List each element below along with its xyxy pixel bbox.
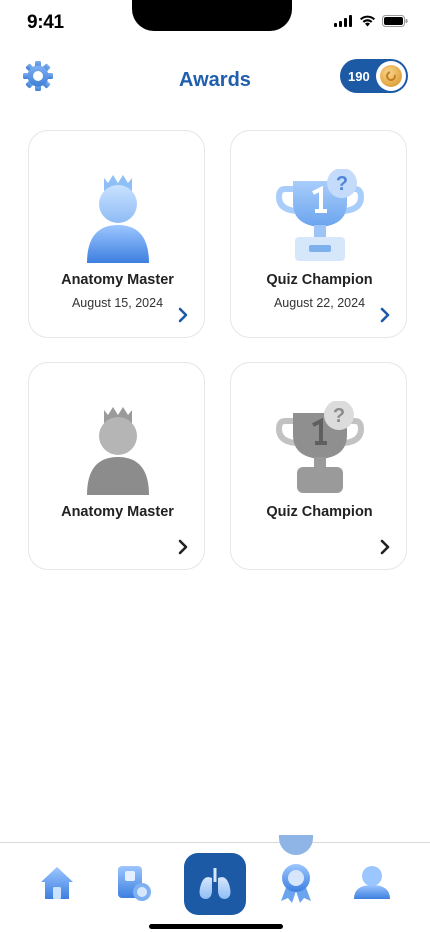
battery-icon [382, 15, 408, 27]
study-icon[interactable] [112, 861, 156, 905]
lungs-home-button[interactable] [184, 853, 246, 915]
award-name: Quiz Champion [266, 504, 373, 520]
award-name: Quiz Champion [266, 272, 373, 288]
wifi-icon [360, 15, 375, 27]
coin-icon-wrap [376, 61, 406, 91]
home-indicator [149, 924, 283, 929]
coin-icon [380, 65, 402, 87]
header: Awards 190 [0, 56, 430, 108]
svg-text:?: ? [332, 405, 344, 427]
award-ribbon-icon[interactable] [274, 861, 318, 905]
chevron-right-icon[interactable] [378, 538, 392, 556]
chevron-right-icon[interactable] [176, 306, 190, 324]
bottom-navigation [0, 835, 430, 932]
quiz-champion-trophy-icon: ? [275, 169, 364, 261]
award-card-anatomy-master[interactable]: Anatomy Master August 15, 2024 [28, 130, 205, 338]
anatomy-master-badge-locked-icon [86, 407, 149, 495]
award-card-quiz-champion[interactable]: ? Quiz Champion August 22, 2024 [230, 130, 407, 338]
award-name: Anatomy Master [61, 272, 174, 288]
active-tab-indicator [279, 835, 313, 855]
anatomy-master-badge-icon [86, 175, 149, 263]
chevron-right-icon[interactable] [176, 538, 190, 556]
chevron-right-icon[interactable] [378, 306, 392, 324]
status-bar: 9:41 [0, 0, 430, 48]
system-icons [334, 15, 408, 27]
notch [132, 0, 292, 31]
profile-icon[interactable] [350, 861, 394, 905]
svg-text:?: ? [335, 173, 347, 195]
status-time: 9:41 [27, 12, 64, 33]
award-card-quiz-champion-locked[interactable]: ? Quiz Champion [230, 362, 407, 570]
home-icon[interactable] [35, 861, 79, 905]
quiz-champion-trophy-locked-icon: ? [275, 401, 364, 493]
coin-count: 190 [348, 68, 370, 84]
award-name: Anatomy Master [61, 504, 174, 520]
coin-balance-badge[interactable]: 190 [340, 59, 408, 93]
cellular-signal-icon [334, 15, 352, 27]
lungs-icon [199, 868, 231, 899]
award-card-anatomy-master-locked[interactable]: Anatomy Master [28, 362, 205, 570]
